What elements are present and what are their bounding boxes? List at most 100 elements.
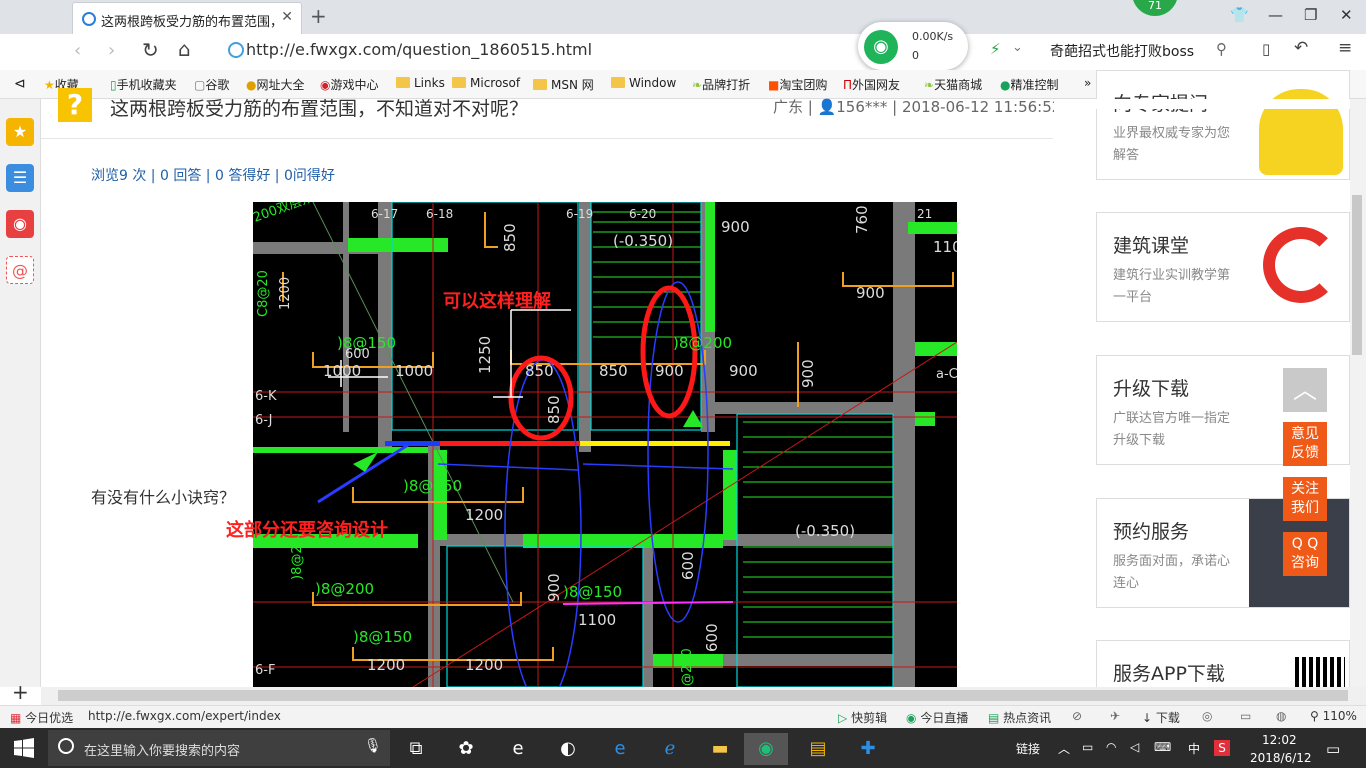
hot-news[interactable]: ▤ 热点资讯 bbox=[988, 709, 1051, 726]
url-field[interactable]: http://e.fwxgx.com/question_1860515.html bbox=[246, 40, 592, 59]
bookmark-games[interactable]: ◉游戏中心 bbox=[320, 76, 379, 93]
more-bookmarks-icon[interactable]: » bbox=[1084, 76, 1091, 90]
close-tab-icon[interactable]: ✕ bbox=[281, 9, 293, 25]
bookmark-msn[interactable]: MSN 网 bbox=[533, 76, 594, 93]
zoom-level[interactable]: ⚲ 110% bbox=[1310, 709, 1357, 723]
app-swirl-icon[interactable]: ◐ bbox=[546, 733, 590, 765]
phone-icon[interactable]: ▯ bbox=[1262, 40, 1270, 58]
tray-time[interactable]: 12:02 bbox=[1262, 733, 1297, 747]
app-pinwheel-icon[interactable]: ✿ bbox=[444, 733, 488, 765]
cad-label: 1200 bbox=[278, 277, 293, 310]
weibo-icon[interactable]: ◉ bbox=[6, 210, 34, 238]
bookmark-mobile[interactable]: ▯手机收藏夹 bbox=[110, 76, 177, 93]
answers-link[interactable]: 0 回答 bbox=[160, 168, 201, 184]
task-view-icon[interactable]: ⧉ bbox=[394, 733, 438, 765]
sidebar-toggle-icon[interactable]: ⊲ bbox=[14, 76, 26, 92]
downloads-label: 下载 bbox=[1155, 711, 1180, 725]
windows-start-icon[interactable] bbox=[14, 738, 34, 758]
accelerate-icon[interactable]: ⊘ bbox=[1072, 709, 1082, 723]
card-title: 服务APP下载 bbox=[1113, 663, 1225, 685]
file-explorer-icon[interactable]: ▬ bbox=[698, 733, 742, 765]
scrollbar-thumb[interactable] bbox=[1352, 195, 1362, 355]
live-today[interactable]: ◉ 今日直播 bbox=[906, 709, 968, 726]
bookmark-label: 天猫商城 bbox=[934, 78, 983, 92]
mail-icon[interactable]: @ bbox=[6, 256, 34, 284]
tray-ime[interactable]: 中 bbox=[1188, 740, 1200, 757]
tab-active[interactable]: 这两根跨板受力筋的布置范围，不 ✕ bbox=[72, 2, 302, 35]
views-link[interactable]: 浏览9 次 bbox=[91, 168, 146, 184]
back-icon[interactable]: ‹ bbox=[74, 40, 81, 61]
refresh-icon[interactable]: ↻ bbox=[142, 38, 159, 62]
bookmark-windows[interactable]: Window bbox=[611, 76, 676, 90]
bookmark-links[interactable]: Links bbox=[396, 76, 445, 90]
downloads[interactable]: ↓ 下载 bbox=[1142, 709, 1180, 726]
tray-network-icon[interactable]: ◠ bbox=[1106, 740, 1116, 754]
notes-icon[interactable]: ▤ bbox=[796, 733, 840, 765]
feedback-button[interactable]: 意见 反馈 bbox=[1283, 422, 1327, 466]
ie-icon[interactable]: ℯ bbox=[648, 733, 692, 765]
new-tab-button[interactable]: + bbox=[310, 4, 327, 28]
home-icon[interactable]: ⌂ bbox=[178, 37, 191, 61]
good-answers-link[interactable]: 0 答得好 bbox=[215, 168, 270, 184]
cad-label: 1000 bbox=[395, 362, 433, 380]
tray-volume-icon[interactable]: ◁ bbox=[1130, 740, 1139, 754]
vertical-scrollbar[interactable] bbox=[1350, 99, 1366, 687]
cad-label: )8@2 bbox=[290, 545, 305, 580]
add-icon[interactable]: + bbox=[12, 680, 29, 704]
horizontal-scrollbar-thumb[interactable] bbox=[58, 690, 1348, 701]
tray-date[interactable]: 2018/6/12 bbox=[1250, 751, 1312, 765]
question-icon: ? bbox=[58, 88, 92, 122]
tray-link[interactable]: 链接 bbox=[1016, 740, 1040, 757]
notification-icon[interactable]: ▭ bbox=[1326, 740, 1340, 758]
card-ask-expert[interactable]: 向专家提问 业界最权威专家为您解答 bbox=[1096, 70, 1350, 180]
tray-sogou-icon[interactable]: S bbox=[1214, 740, 1230, 756]
bookmark-tmall[interactable]: ❧天猫商城 bbox=[924, 76, 982, 93]
bookmark-label: 品牌打折 bbox=[702, 78, 751, 92]
tray-expand-icon[interactable]: ︿ bbox=[1058, 740, 1070, 757]
bookmark-microsoft[interactable]: Microsof bbox=[452, 76, 520, 90]
question-title: 这两根跨板受力筋的布置范围，不知道对不对呢？ bbox=[110, 98, 529, 120]
tray-battery-icon[interactable]: ▭ bbox=[1082, 740, 1093, 754]
bookmark-foreign[interactable]: Π外国网友 bbox=[843, 76, 900, 93]
bookmark-control[interactable]: ●精准控制 bbox=[1000, 76, 1059, 93]
card-classroom[interactable]: 建筑课堂 建筑行业实训教学第一平台 bbox=[1096, 212, 1350, 322]
app-plus-icon[interactable]: ✚ bbox=[846, 733, 890, 765]
undo-icon[interactable]: ↶ bbox=[1294, 38, 1308, 58]
bookmark-brand[interactable]: ❧品牌打折 bbox=[692, 76, 750, 93]
search-hint[interactable]: 奇葩招式也能打败boss bbox=[1050, 41, 1194, 61]
browser-icon[interactable]: ◎ bbox=[1202, 709, 1212, 723]
follow-us-button[interactable]: 关注 我们 bbox=[1283, 477, 1327, 521]
today-picks[interactable]: ▦ 今日优选 bbox=[10, 709, 73, 726]
window-icon[interactable]: ▭ bbox=[1240, 709, 1251, 723]
shirt-skin-icon[interactable]: 👕 bbox=[1230, 6, 1249, 24]
volume-icon[interactable]: ◍ bbox=[1276, 709, 1286, 723]
minimize-icon[interactable]: — bbox=[1268, 6, 1283, 24]
tray-keyboard-icon[interactable]: ⌨ bbox=[1154, 740, 1171, 754]
chevron-down-icon[interactable]: ⌄ bbox=[1012, 40, 1023, 55]
lightning-icon[interactable]: ⚡ bbox=[990, 40, 1001, 58]
restore-icon[interactable]: ❐ bbox=[1304, 6, 1317, 24]
quick-edit[interactable]: ▷ 快剪辑 bbox=[838, 709, 887, 726]
ie-page-icon bbox=[82, 12, 96, 26]
list-icon[interactable]: ☰ bbox=[6, 164, 34, 192]
annotation-understand: 可以这样理解 bbox=[443, 290, 551, 311]
bookmark-taobao[interactable]: ■淘宝团购 bbox=[768, 76, 827, 93]
browser-taskbar-icon[interactable]: ◉ bbox=[744, 733, 788, 765]
back-to-top-button[interactable]: ︿ bbox=[1283, 368, 1327, 412]
pin-icon[interactable]: ✈ bbox=[1110, 709, 1120, 723]
menu-icon[interactable]: ≡ bbox=[1338, 38, 1352, 58]
edge-icon[interactable]: e bbox=[598, 733, 642, 765]
forward-icon[interactable]: › bbox=[108, 40, 115, 61]
bookmark-hao[interactable]: ●网址大全 bbox=[246, 76, 305, 93]
edge-legacy-icon[interactable]: e bbox=[496, 733, 540, 765]
quick-edit-label: 快剪辑 bbox=[851, 711, 888, 725]
qq-consult-button[interactable]: Q Q 咨询 bbox=[1283, 532, 1327, 576]
close-window-icon[interactable]: ✕ bbox=[1340, 6, 1353, 24]
microphone-icon[interactable]: 🎙 bbox=[364, 738, 382, 754]
bookmark-google[interactable]: ▢谷歌 bbox=[194, 76, 229, 93]
good-questions-link[interactable]: 0问得好 bbox=[284, 168, 335, 184]
star-icon[interactable]: ★ bbox=[6, 118, 34, 146]
cad-label: )8@150 bbox=[563, 583, 622, 601]
cad-label: C8@20 bbox=[256, 270, 271, 317]
search-icon[interactable]: ⚲ bbox=[1216, 40, 1227, 58]
